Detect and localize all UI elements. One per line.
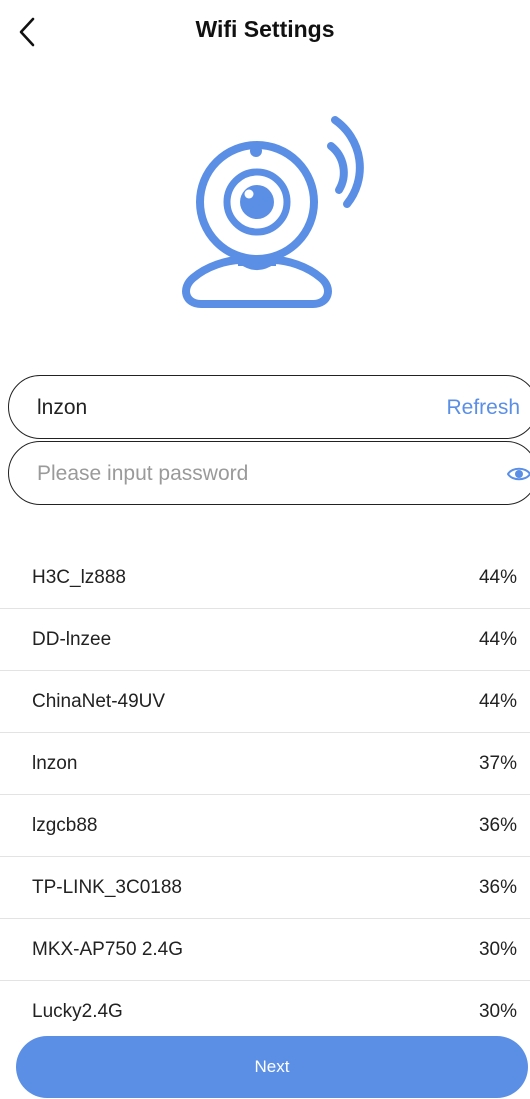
network-name: lnzon xyxy=(32,753,78,774)
network-strength: 37% xyxy=(478,753,517,774)
network-strength: 30% xyxy=(478,939,517,960)
network-row[interactable]: H3C_lz888 44% xyxy=(0,547,530,609)
top-bar: Wifi Settings xyxy=(0,0,530,64)
network-strength: 36% xyxy=(478,815,517,836)
network-name: DD-lnzee xyxy=(32,629,112,650)
network-name: TP-LINK_3C0188 xyxy=(32,877,182,898)
network-row[interactable]: MKX-AP750 2.4G 30% xyxy=(0,919,530,981)
network-row[interactable]: TP-LINK_3C0188 36% xyxy=(0,857,530,919)
network-name: H3C_lz888 xyxy=(32,567,126,588)
network-strength: 44% xyxy=(478,691,517,712)
webcam-wifi-icon xyxy=(175,108,385,313)
network-strength: 44% xyxy=(478,567,517,588)
network-name: lzgcb88 xyxy=(32,815,98,836)
network-strength: 30% xyxy=(478,1001,517,1022)
password-field-container xyxy=(8,441,530,505)
network-row[interactable]: Lucky2.4G 30% xyxy=(0,981,530,1042)
eye-icon[interactable] xyxy=(506,462,530,486)
network-row[interactable]: DD-lnzee 44% xyxy=(0,609,530,671)
wifi-ssid-field[interactable]: lnzon Refresh xyxy=(8,375,530,439)
password-input[interactable] xyxy=(37,452,437,496)
network-name: MKX-AP750 2.4G xyxy=(32,939,184,960)
network-name: ChinaNet-49UV xyxy=(32,691,166,712)
network-strength: 36% xyxy=(478,877,517,898)
next-button[interactable]: Next xyxy=(16,1036,528,1098)
network-list: H3C_lz888 44% DD-lnzee 44% ChinaNet-49UV… xyxy=(0,547,530,1042)
network-strength: 44% xyxy=(478,629,517,650)
refresh-button[interactable]: Refresh xyxy=(446,376,520,440)
wifi-ssid-value: lnzon xyxy=(37,396,88,419)
network-row[interactable]: ChinaNet-49UV 44% xyxy=(0,671,530,733)
network-row[interactable]: lnzon 37% xyxy=(0,733,530,795)
network-row[interactable]: lzgcb88 36% xyxy=(0,795,530,857)
network-name: Lucky2.4G xyxy=(32,1001,123,1022)
page-title: Wifi Settings xyxy=(195,16,335,42)
